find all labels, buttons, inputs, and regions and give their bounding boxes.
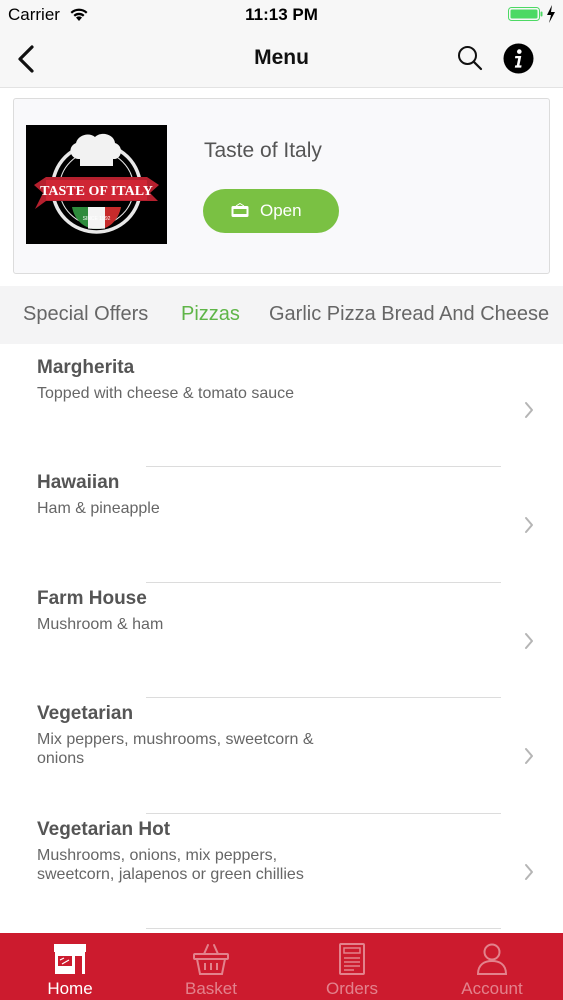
charging-bolt-icon [547,5,555,23]
status-time: 11:13 PM [245,5,318,24]
bottom-tab-bar: Home Basket Orders Account [0,933,563,1000]
open-status-button[interactable]: Open [203,189,339,233]
open-status-label: Open [260,201,302,220]
category-tabs: Special Offers Pizzas Garlic Pizza Bread… [0,286,563,344]
logo-since-text: SINCE 1992 [83,216,111,222]
tab-bar-home[interactable]: Home [0,933,140,1000]
tab-bar-account[interactable]: Account [422,933,562,1000]
item-description: Mushrooms, onions, mix peppers, sweetcor… [37,847,304,883]
chevron-right-icon [525,517,533,533]
orders-icon [339,943,365,975]
menu-item-margherita[interactable]: Margherita Topped with cheese & tomato s… [0,344,563,459]
tab-garlic-pizza-bread-and-cheese[interactable]: Garlic Pizza Bread And Cheese [269,303,549,326]
menu-item-hawaiian[interactable]: Hawaiian Ham & pineapple [0,459,563,574]
basket-icon [193,944,229,975]
chevron-right-icon [525,633,533,649]
item-name: Hawaiian [37,472,120,493]
menu-list: Margherita Topped with cheese & tomato s… [0,344,563,934]
navigation-bar: Menu [0,30,563,88]
item-name: Margherita [37,357,135,378]
search-icon[interactable] [456,44,484,72]
restaurant-name: Taste of Italy [204,139,322,162]
restaurant-logo: TASTE OF ITALY SINCE 1992 [26,125,167,244]
item-name: Vegetarian Hot [37,819,171,840]
tab-bar-label: Home [47,979,93,998]
open-sign-icon [231,203,249,217]
tab-bar-label: Orders [326,979,378,998]
item-description: Ham & pineapple [37,500,160,517]
tab-bar-basket[interactable]: Basket [141,933,281,1000]
item-description: Mushroom & ham [37,616,164,633]
store-icon [54,944,86,974]
tab-special-offers[interactable]: Special Offers [23,303,148,326]
chevron-right-icon [525,402,533,418]
tab-bar-label: Basket [185,979,237,998]
tab-pizzas[interactable]: Pizzas [181,303,240,326]
restaurant-card: TASTE OF ITALY SINCE 1992 Taste of Italy… [13,98,550,274]
chevron-right-icon [525,748,533,764]
item-divider [146,928,501,929]
item-description: Topped with cheese & tomato sauce [37,385,295,402]
item-name: Vegetarian [37,703,134,724]
status-bar: Carrier 11:13 PM [0,0,563,30]
menu-item-vegetarian[interactable]: Vegetarian Mix peppers, mushrooms, sweet… [0,690,563,805]
menu-item-farm-house[interactable]: Farm House Mushroom & ham [0,575,563,690]
item-description: Mix peppers, mushrooms, sweetcorn & onio… [37,731,314,767]
item-name: Farm House [37,588,147,609]
logo-emblem: TASTE OF ITALY SINCE 1992 [26,125,167,244]
tab-bar-orders[interactable]: Orders [282,933,422,1000]
svg-text:TASTE OF ITALY: TASTE OF ITALY [40,184,153,199]
menu-item-vegetarian-hot[interactable]: Vegetarian Hot Mushrooms, onions, mix pe… [0,806,563,921]
info-icon[interactable] [503,43,534,74]
account-icon [476,943,508,975]
battery-icon [508,7,543,21]
chevron-right-icon [525,864,533,880]
tab-bar-label: Account [461,979,523,998]
svg-text:SINCE 1992: SINCE 1992 [83,216,111,222]
logo-wordmark: TASTE OF ITALY [40,184,153,199]
